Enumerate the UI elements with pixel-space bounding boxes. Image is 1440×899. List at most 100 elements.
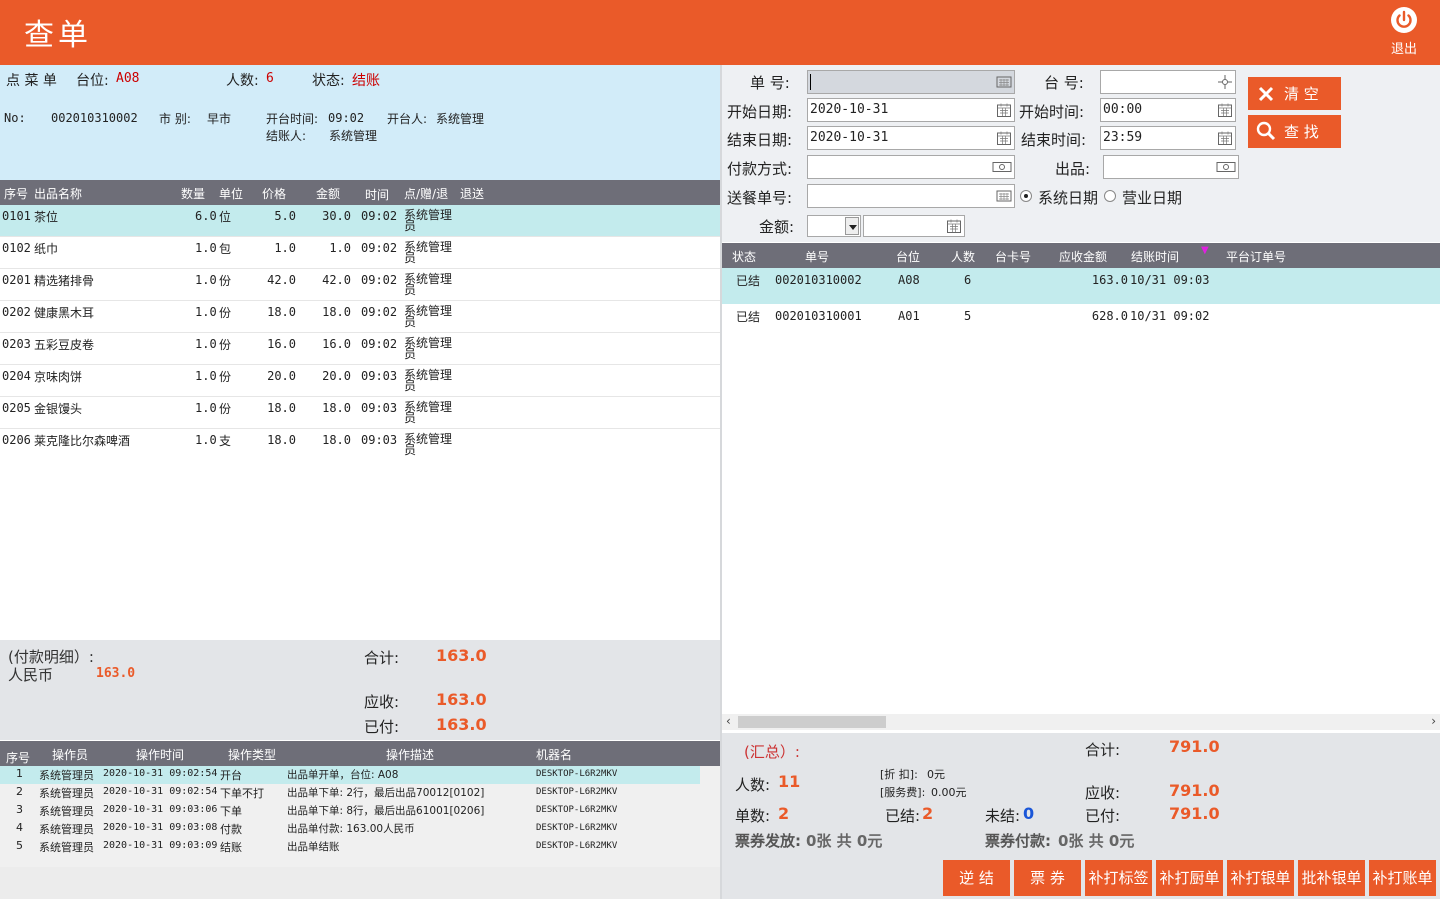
search-button[interactable]: 查 找: [1248, 115, 1341, 148]
table-row[interactable]: 1 系统管理员 2020-10-31 09:02:54 开台 出品单开单，台位:…: [0, 766, 700, 784]
end-date-input[interactable]: 2020-10-31: [807, 126, 1015, 150]
item-qty: 1.0: [195, 273, 217, 287]
chevron-down-icon[interactable]: [845, 217, 859, 235]
pay-method-label: 付款方式:: [727, 160, 793, 178]
market-label: 市 别:: [159, 112, 191, 126]
delivery-input[interactable]: [807, 184, 1015, 208]
col-header: 数量: [181, 187, 206, 201]
exit-button[interactable]: 退出: [1384, 4, 1424, 57]
col-header: 操作类型: [228, 748, 277, 762]
table-row[interactable]: 0205 金银馒头 1.0 份 18.0 18.0 09:03 系统管理员: [0, 397, 720, 429]
reprint-cashier-button[interactable]: 补打银单: [1227, 860, 1294, 896]
log-machine: DESKTOP-L6R2MKV: [536, 787, 618, 797]
scroll-left-icon[interactable]: ‹: [726, 714, 731, 728]
item-operator: 系统管理员: [404, 368, 453, 393]
table-no-input[interactable]: [1100, 70, 1236, 94]
log-time: 2020-10-31 09:03:06: [103, 804, 218, 815]
reprint-label-button[interactable]: 补打标签: [1085, 860, 1152, 896]
reprint-kitchen-button[interactable]: 补打厨单: [1156, 860, 1223, 896]
reprint-bill-button[interactable]: 补打账单: [1369, 860, 1436, 896]
table-row[interactable]: 0101 茶位 6.0 位 5.0 30.0 09:02 系统管理员: [0, 205, 720, 237]
item-qty: 1.0: [195, 369, 217, 383]
log-type: 下单不打: [220, 787, 264, 800]
item-qty: 1.0: [195, 241, 217, 255]
log-machine: DESKTOP-L6R2MKV: [536, 805, 618, 815]
calendar-icon: [1218, 103, 1232, 117]
business-date-label: 营业日期: [1122, 189, 1183, 207]
end-time-input[interactable]: 23:59: [1100, 126, 1236, 150]
item-code: 0201: [2, 273, 31, 287]
clear-label: 清 空: [1284, 85, 1319, 103]
business-date-radio[interactable]: [1104, 190, 1116, 202]
col-header: 金额: [316, 187, 341, 201]
table-row[interactable]: 3 系统管理员 2020-10-31 09:03:06 下单 出品单下单: 8行…: [0, 802, 720, 820]
calendar-icon: [997, 131, 1011, 145]
table-row[interactable]: 已结 002010310002 A08 6 163.0 10/31 09:03: [722, 268, 1440, 304]
table-row[interactable]: 0201 精选猪排骨 1.0 份 42.0 42.0 09:02 系统管理员: [0, 269, 720, 301]
keyboard-icon: [996, 76, 1012, 88]
radio-dot: [1024, 194, 1028, 198]
summary-title: (汇总）:: [744, 743, 800, 761]
voucher-issue-value: 0张 共 0元: [806, 832, 883, 850]
item-price: 18.0: [267, 433, 296, 447]
scroll-right-icon[interactable]: ›: [1431, 714, 1436, 728]
people-label: 人数:: [226, 73, 259, 89]
col-header: 单位: [219, 187, 244, 201]
summary-total-label: 合计:: [1085, 741, 1121, 759]
pay-method-input[interactable]: [807, 155, 1015, 179]
start-date-input[interactable]: 2020-10-31: [807, 98, 1015, 122]
item-amount: 18.0: [322, 401, 351, 415]
table-row[interactable]: 已结 002010310001 A01 5 628.0 10/31 09:02: [722, 304, 1440, 340]
table-row[interactable]: 0206 莱克隆比尔森啤酒 1.0 支 18.0 18.0 09:03 系统管理…: [0, 429, 720, 461]
table-row[interactable]: 4 系统管理员 2020-10-31 09:03:08 付款 出品单付款: 16…: [0, 820, 720, 838]
table-row[interactable]: 0102 纸巾 1.0 包 1.0 1.0 09:02 系统管理员: [0, 237, 720, 269]
rmb-value: 163.0: [96, 666, 136, 681]
start-time-value: 00:00: [1103, 102, 1143, 117]
table-row[interactable]: 5 系统管理员 2020-10-31 09:03:09 结账 出品单结账 DES…: [0, 838, 720, 856]
reverse-settle-button[interactable]: 逆 结: [943, 860, 1010, 896]
col-header: 出品名称: [34, 187, 83, 201]
table-row[interactable]: 0202 健康黑木耳 1.0 份 18.0 18.0 09:02 系统管理员: [0, 301, 720, 333]
top-bar: 查单 退出: [0, 0, 1440, 65]
payment-summary: (付款明细）: 人民币 163.0 合计: 163.0 应收: 163.0 已付…: [0, 640, 720, 740]
service-label: [服务费]:: [880, 786, 926, 799]
order-title: 点 菜 单: [6, 73, 57, 89]
voucher-issue-label: 票券发放:: [735, 832, 801, 850]
log-no: 5: [16, 839, 23, 852]
col-header: 操作时间: [136, 748, 185, 762]
item-unit: 份: [219, 402, 232, 416]
item-code: 0203: [2, 337, 31, 351]
item-unit: 支: [219, 434, 232, 448]
order-no-input[interactable]: [807, 70, 1015, 94]
order-table: A08: [898, 273, 920, 287]
order-table: A01: [898, 309, 920, 323]
voucher-button[interactable]: 票 券: [1014, 860, 1081, 896]
order-amount: 628.0: [1091, 309, 1128, 323]
table-label: 台位:: [76, 73, 109, 89]
total-label: 合计:: [364, 649, 400, 667]
item-unit: 包: [219, 242, 232, 256]
summary-paid-value: 791.0: [1169, 804, 1220, 823]
batch-cashier-button[interactable]: 批补银单: [1298, 860, 1365, 896]
system-date-label: 系统日期: [1038, 189, 1099, 207]
clear-button[interactable]: 清 空: [1248, 77, 1341, 110]
table-row[interactable]: 2 系统管理员 2020-10-31 09:02:54 下单不打 出品单下单: …: [0, 784, 720, 802]
product-input[interactable]: [1103, 155, 1239, 179]
item-time: 09:02: [361, 305, 398, 319]
col-header: 台位: [896, 250, 921, 264]
table-row[interactable]: 0204 京味肉饼 1.0 份 20.0 20.0 09:03 系统管理员: [0, 365, 720, 397]
horizontal-scrollbar[interactable]: ‹ ›: [722, 714, 1440, 730]
item-name: 茶位: [34, 210, 59, 224]
item-name: 莱克隆比尔森啤酒: [34, 434, 131, 448]
sort-desc-icon[interactable]: ▼: [1201, 245, 1209, 256]
log-no: 3: [16, 803, 23, 816]
amount-operator-select[interactable]: [807, 215, 861, 237]
summary-receivable-value: 791.0: [1169, 781, 1220, 800]
calendar-icon: [997, 103, 1011, 117]
table-row[interactable]: 0203 五彩豆皮卷 1.0 份 16.0 16.0 09:02 系统管理员: [0, 333, 720, 365]
system-date-radio[interactable]: [1020, 190, 1032, 202]
scrollbar-thumb[interactable]: [738, 716, 886, 728]
amount-input[interactable]: [863, 215, 965, 237]
start-time-input[interactable]: 00:00: [1100, 98, 1236, 122]
col-header: 结账时间: [1131, 250, 1180, 264]
